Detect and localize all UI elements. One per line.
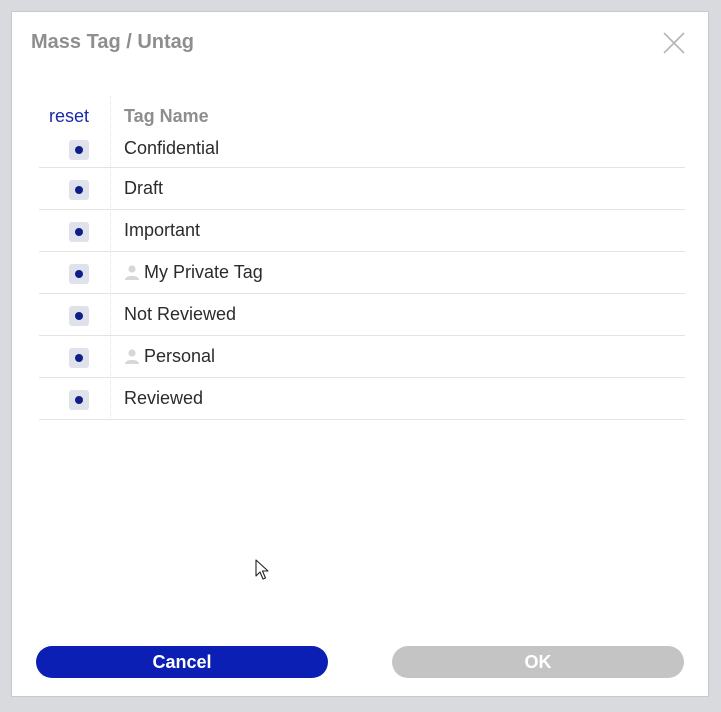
reset-link[interactable]: reset (49, 106, 89, 127)
tag-checkbox[interactable] (69, 348, 89, 368)
tag-checkbox[interactable] (69, 264, 89, 284)
cancel-button[interactable]: Cancel (36, 646, 328, 678)
tag-label-wrap: My Private Tag (124, 262, 263, 283)
table-row: Important (39, 210, 685, 252)
tag-table: reset Tag Name Confidential Draft Import… (39, 96, 685, 420)
tag-checkbox[interactable] (69, 180, 89, 200)
table-row: Reviewed (39, 378, 685, 420)
tag-label: Confidential (124, 138, 220, 158)
table-header: reset Tag Name (39, 96, 685, 136)
tag-label: Important (124, 220, 201, 240)
tag-label: Draft (124, 178, 164, 198)
tag-label: Not Reviewed (124, 304, 237, 324)
table-row: Personal (39, 336, 685, 378)
ok-button[interactable]: OK (392, 646, 684, 678)
tag-label: Reviewed (124, 388, 204, 408)
tag-name-header: Tag Name (124, 106, 209, 126)
table-row: My Private Tag (39, 252, 685, 294)
table-row: Confidential (39, 136, 685, 168)
mouse-cursor-icon (255, 559, 269, 580)
user-icon (125, 265, 139, 280)
table-row: Draft (39, 168, 685, 210)
user-icon (125, 349, 139, 364)
tag-checkbox[interactable] (69, 222, 89, 242)
table-row: Not Reviewed (39, 294, 685, 336)
tag-checkbox[interactable] (69, 390, 89, 410)
dialog-title: Mass Tag / Untag (31, 31, 194, 53)
tag-checkbox[interactable] (69, 140, 89, 160)
close-icon[interactable] (660, 29, 688, 57)
tag-label: Personal (144, 346, 216, 366)
tag-label: My Private Tag (144, 262, 263, 282)
tag-label-wrap: Personal (124, 346, 215, 367)
tag-checkbox[interactable] (69, 306, 89, 326)
mass-tag-dialog: Mass Tag / Untag reset Tag Name Confiden… (11, 11, 709, 697)
